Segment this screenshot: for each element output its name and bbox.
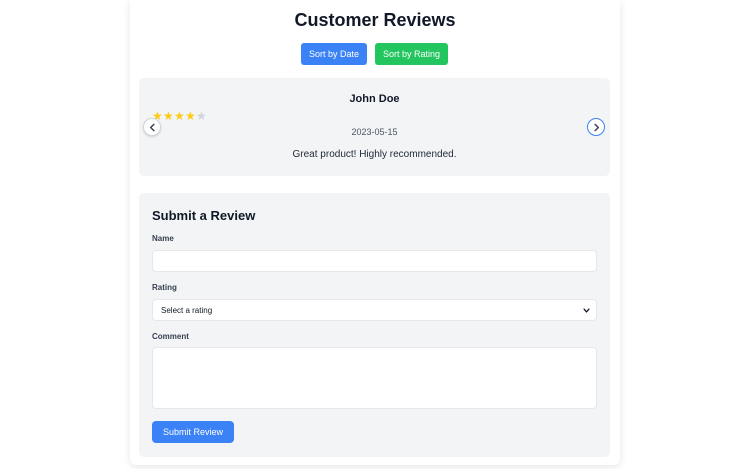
form-title: Submit a Review bbox=[152, 208, 256, 223]
star-icon: ★ bbox=[196, 109, 207, 123]
star-icon: ★ bbox=[185, 109, 196, 123]
review-comment: Great product! Highly recommended. bbox=[292, 149, 457, 160]
page-title: Customer Reviews bbox=[294, 10, 456, 30]
star-icon: ★ bbox=[163, 109, 174, 123]
rating-label: Rating bbox=[152, 283, 177, 292]
sort-by-rating-button[interactable]: Sort by Rating bbox=[375, 43, 448, 65]
name-label: Name bbox=[152, 234, 174, 243]
star-rating: ★ ★ ★ ★ ★ bbox=[152, 110, 207, 122]
rating-select-value: Select a rating bbox=[161, 305, 213, 315]
reviewer-name: John Doe bbox=[349, 93, 400, 105]
comment-textarea[interactable] bbox=[152, 347, 597, 409]
submit-review-button[interactable]: Submit Review bbox=[152, 421, 234, 443]
review-date: 2023-05-15 bbox=[351, 127, 398, 137]
rating-select[interactable]: Select a rating bbox=[152, 299, 597, 321]
review-form: Submit a Review Name Rating Select a rat… bbox=[139, 193, 610, 457]
chevron-down-icon bbox=[583, 308, 590, 313]
name-input[interactable] bbox=[152, 250, 597, 272]
star-icon: ★ bbox=[174, 109, 185, 123]
reviews-card: Customer Reviews Sort by Date Sort by Ra… bbox=[130, 0, 620, 465]
review-carousel: John Doe ★ ★ ★ ★ ★ 2023-05-15 Great product!… bbox=[139, 78, 610, 176]
sort-by-date-button[interactable]: Sort by Date bbox=[301, 43, 367, 65]
comment-label: Comment bbox=[152, 332, 189, 341]
